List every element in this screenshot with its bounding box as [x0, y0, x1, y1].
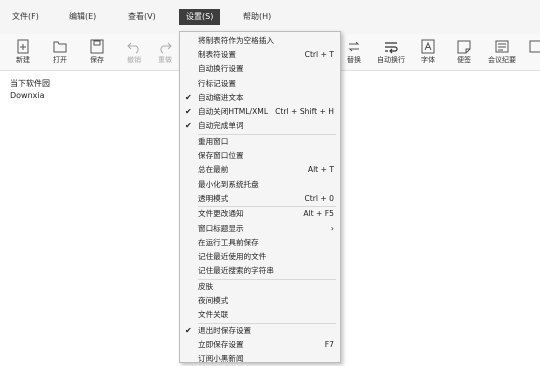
- settings-menu-item[interactable]: 最小化到系统托盘: [180, 178, 340, 192]
- settings-menu-item-shortcut: Alt + T: [307, 165, 334, 175]
- menu-bar: 文件(F) 编辑(E) 查看(V) 设置(S) 帮助(H): [0, 0, 540, 35]
- submenu-arrow-icon: ›: [330, 223, 334, 233]
- redo-button[interactable]: 重做: [152, 39, 178, 69]
- settings-menu-item-shortcut: Ctrl + T: [304, 50, 334, 60]
- settings-menu-item[interactable]: 文件更改通知 Alt + F5: [180, 207, 340, 221]
- undo-button[interactable]: 撤销: [116, 39, 152, 69]
- settings-menu-item-label: 夜间模式: [198, 296, 229, 306]
- open-folder-icon: [53, 41, 67, 53]
- checkmark-icon: ✔: [185, 326, 192, 335]
- open-label: 打开: [53, 56, 67, 64]
- settings-menu-item-label: 自动关闭HTML/XML: [198, 107, 269, 116]
- settings-menu-item[interactable]: 订阅小黑新闻: [180, 352, 340, 366]
- checkmark-icon: ✔: [185, 92, 192, 102]
- word-wrap-icon: [385, 42, 398, 54]
- settings-menu-item[interactable]: 记住最近使用的文件: [180, 250, 340, 264]
- open-button[interactable]: 打开: [42, 39, 78, 69]
- new-label: 新建: [16, 56, 30, 64]
- settings-menu-item[interactable]: ✔ 自动完成单词: [180, 119, 340, 133]
- settings-menu-item-label: 自动完成单词: [198, 121, 244, 131]
- settings-menu-item[interactable]: 重用窗口: [180, 135, 340, 149]
- settings-menu-item-label: 订阅小黑新闻: [198, 354, 244, 364]
- redo-icon: [160, 42, 172, 54]
- font-button[interactable]: 字体: [410, 39, 446, 69]
- font-label: 字体: [421, 56, 435, 64]
- settings-dropdown-menu: 将制表符作为空格插入 制表符设置 Ctrl + T 自动换行设置 行标记设置 ✔ 自动缩进文…: [179, 31, 341, 363]
- settings-menu-item[interactable]: 保存窗口位置: [180, 149, 340, 163]
- settings-menu-item-label: 皮肤: [198, 281, 214, 291]
- sticky-note-label: 便签: [457, 56, 471, 64]
- settings-menu-item-label: 重用窗口: [198, 136, 229, 146]
- menu-help[interactable]: 帮助(H): [243, 11, 271, 22]
- checkmark-icon: ✔: [185, 107, 192, 116]
- font-icon: [421, 39, 435, 54]
- more-button[interactable]: [526, 39, 540, 69]
- settings-menu-item-label: 文件更改通知: [198, 209, 244, 219]
- word-wrap-button[interactable]: 自动换行: [372, 39, 410, 69]
- settings-menu-item[interactable]: ✔ 退出时保存设置: [180, 324, 340, 338]
- settings-menu-item-label: 立即保存设置: [198, 340, 244, 350]
- undo-label: 撤销: [127, 56, 141, 64]
- redo-label: 重做: [158, 56, 172, 64]
- menu-view[interactable]: 查看(V): [128, 11, 156, 22]
- settings-menu-item-label: 透明模式: [198, 193, 229, 203]
- settings-menu-item[interactable]: 窗口标题显示 ›: [180, 222, 340, 236]
- sticky-note-icon: [457, 40, 471, 54]
- menu-file[interactable]: 文件(F): [12, 11, 39, 22]
- settings-menu-item[interactable]: 将制表符作为空格插入: [180, 34, 340, 48]
- more-tool-icon: [529, 40, 540, 53]
- settings-menu-item[interactable]: 立即保存设置 F7: [180, 338, 340, 352]
- settings-menu-item-label: 自动换行设置: [198, 64, 244, 74]
- settings-menu-item[interactable]: 文件关联: [180, 308, 340, 322]
- settings-menu-item-label: 文件关联: [198, 310, 229, 320]
- settings-menu-item-shortcut: Alt + F5: [303, 209, 334, 219]
- settings-menu-item-shortcut: F7: [324, 340, 334, 350]
- settings-menu-item-label: 总在最前: [198, 165, 229, 175]
- settings-menu-item-label: 最小化到系统托盘: [198, 179, 259, 189]
- settings-menu-item[interactable]: 行标记设置: [180, 77, 340, 91]
- replace-icon: [348, 41, 360, 52]
- settings-menu-item-label: 自动缩进文本: [198, 92, 244, 102]
- settings-menu-item[interactable]: 自动换行设置: [180, 62, 340, 76]
- menu-settings[interactable]: 设置(S): [179, 9, 221, 25]
- meeting-notes-icon: [495, 40, 509, 53]
- settings-menu-item-label: 将制表符作为空格插入: [198, 36, 274, 45]
- undo-icon: [127, 42, 139, 54]
- settings-menu-item-label: 记住最近搜索的字符串: [198, 266, 274, 276]
- settings-menu-item-shortcut: Ctrl + 0: [304, 193, 334, 203]
- settings-menu-item-shortcut: Ctrl + Shift + H: [275, 107, 334, 116]
- settings-menu-item[interactable]: 总在最前 Alt + T: [180, 163, 340, 177]
- settings-menu-item[interactable]: 透明模式 Ctrl + 0: [180, 192, 340, 206]
- settings-menu-item-label: 记住最近使用的文件: [198, 252, 267, 261]
- settings-menu-item[interactable]: ✔ 自动缩进文本: [180, 91, 340, 105]
- word-wrap-label: 自动换行: [377, 56, 405, 64]
- new-button[interactable]: 新建: [5, 39, 41, 69]
- meeting-notes-button[interactable]: 会议纪要: [482, 39, 522, 69]
- settings-menu-item[interactable]: 记住最近搜索的字符串: [180, 264, 340, 278]
- menu-edit[interactable]: 编辑(E): [69, 11, 96, 22]
- editor-line: 当下软件园: [10, 79, 50, 88]
- editor-area[interactable]: 当下软件园 Downxia: [10, 78, 50, 102]
- replace-label: 替换: [347, 56, 361, 64]
- settings-menu-item[interactable]: 制表符设置 Ctrl + T: [180, 48, 340, 62]
- save-button[interactable]: 保存: [79, 39, 115, 69]
- editor-line: Downxia: [10, 91, 45, 100]
- settings-menu-item-label: 在运行工具前保存: [198, 237, 259, 247]
- checkmark-icon: ✔: [185, 121, 192, 131]
- settings-menu-item-label: 窗口标题显示: [198, 223, 244, 233]
- settings-menu-item-label: 行标记设置: [198, 78, 236, 88]
- settings-menu-item-label: 制表符设置: [198, 50, 236, 60]
- settings-menu-item-label: 退出时保存设置: [198, 326, 252, 335]
- settings-menu-item[interactable]: 皮肤: [180, 280, 340, 294]
- new-file-icon: [17, 39, 29, 54]
- settings-menu-item[interactable]: ✔ 自动关闭HTML/XML Ctrl + Shift + H: [180, 105, 340, 119]
- meeting-notes-label: 会议纪要: [488, 56, 516, 64]
- sticky-note-button[interactable]: 便签: [446, 39, 482, 69]
- settings-menu-item-label: 保存窗口位置: [198, 151, 244, 161]
- replace-button[interactable]: 替换: [336, 39, 372, 69]
- settings-menu-item[interactable]: 夜间模式: [180, 294, 340, 308]
- save-icon: [90, 39, 104, 54]
- settings-menu-item[interactable]: 在运行工具前保存: [180, 236, 340, 250]
- save-label: 保存: [90, 56, 104, 64]
